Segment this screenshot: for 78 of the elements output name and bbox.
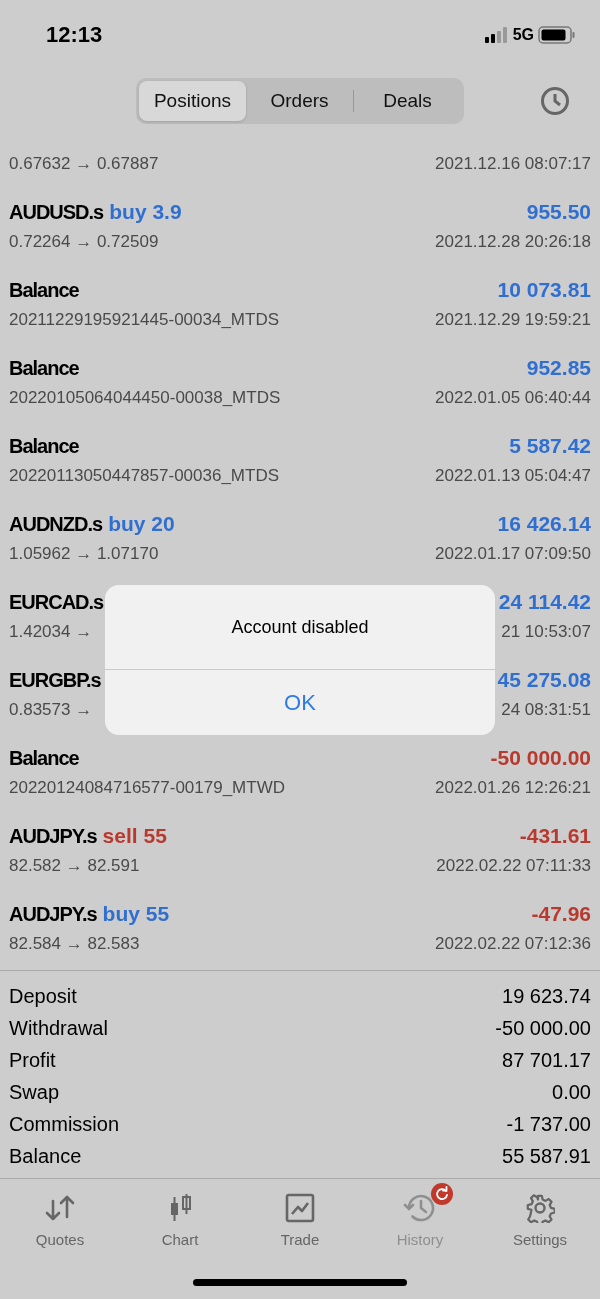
- battery-icon: [538, 26, 576, 44]
- tab-bar-item[interactable]: History: [360, 1181, 480, 1252]
- symbol-name: AUDJPY.s: [9, 902, 97, 926]
- profit-amount: 16 426.14: [497, 512, 591, 536]
- deal-time: 2022.01.26 12:26:21: [435, 778, 591, 798]
- deal-time: 2022.01.13 05:04:47: [435, 466, 591, 486]
- summary-value: -50 000.00: [495, 1016, 591, 1040]
- symbol-name: AUDJPY.s: [9, 824, 97, 848]
- price-range: 20211229195921445-00034_MTDS: [9, 310, 280, 330]
- symbol-name: Balance: [9, 278, 79, 302]
- profit-amount: 5 587.42: [509, 434, 591, 458]
- price-range: 82.584 → 82.583: [9, 934, 140, 954]
- tab-bar-item[interactable]: Trade: [240, 1181, 360, 1252]
- symbol-name: AUDNZD.s: [9, 512, 103, 536]
- summary-value: 55 587.91: [502, 1144, 591, 1168]
- profit-amount: 45 275.08: [497, 668, 591, 692]
- trade-volume: buy 3.9: [109, 200, 182, 224]
- deal-time: 2022.02.22 07:12:36: [435, 934, 591, 954]
- candlestick-icon: [168, 1193, 192, 1223]
- segment-tab[interactable]: Deals: [354, 81, 461, 121]
- profit-amount: -50 000.00: [490, 746, 591, 770]
- signal-icon: [484, 27, 509, 43]
- profit-amount: 955.50: [526, 200, 591, 224]
- deal-time: 2021.12.16 08:07:17: [435, 154, 591, 174]
- summary-label: Profit: [9, 1048, 56, 1072]
- symbol-name: EURGBP.s: [9, 668, 101, 692]
- summary-value: -1 737.00: [506, 1112, 591, 1136]
- price-range: 0.67632 → 0.67887: [9, 154, 159, 174]
- trade-volume: sell 55: [102, 824, 167, 848]
- segment-tab[interactable]: Orders: [246, 81, 353, 121]
- price-range: 20220113050447857-00036_MTDS: [9, 466, 280, 486]
- deal-time: 24 08:31:51: [501, 700, 591, 720]
- trade-volume: buy 20: [108, 512, 175, 536]
- deal-time: 2021.12.29 19:59:21: [435, 310, 591, 330]
- price-range: 20220105064044450-00038_MTDS: [9, 388, 281, 408]
- price-range: 1.42034 →: [9, 622, 93, 642]
- price-range: 0.83573 →: [9, 700, 93, 720]
- deal-time: 2022.02.22 07:11:33: [436, 856, 591, 876]
- summary-label: Swap: [9, 1080, 60, 1104]
- up-down-arrows-icon: [44, 1193, 76, 1223]
- tab-bar-item[interactable]: Quotes: [0, 1181, 120, 1252]
- price-range: 1.05962 → 1.07170: [9, 544, 159, 564]
- clock-icon[interactable]: [540, 86, 570, 116]
- profit-amount: -47.96: [531, 902, 591, 926]
- summary-value: 19 623.74: [502, 984, 591, 1008]
- deal-time: 2022.01.17 07:09:50: [435, 544, 591, 564]
- price-range: 82.582 → 82.591: [9, 856, 140, 876]
- symbol-name: AUDUSD.s: [9, 200, 104, 224]
- profit-amount: 24 114.42: [498, 590, 591, 614]
- summary-label: Commission: [9, 1112, 120, 1136]
- ok-button[interactable]: OK: [105, 670, 495, 735]
- trade-volume: buy 55: [102, 902, 170, 926]
- price-range: 0.72264 → 0.72509: [9, 232, 159, 252]
- summary-label: Deposit: [9, 984, 77, 1008]
- summary-value: 87 701.17: [502, 1048, 591, 1072]
- tab-bar-item[interactable]: Settings: [480, 1181, 600, 1252]
- symbol-name: EURCAD.s: [9, 590, 104, 614]
- symbol-name: Balance: [9, 356, 79, 380]
- symbol-name: Balance: [9, 746, 79, 770]
- status-time: 12:13: [46, 22, 103, 48]
- summary-label: Balance: [9, 1144, 82, 1168]
- line-chart-icon: [285, 1193, 315, 1223]
- deal-time: 2021.12.28 20:26:18: [435, 232, 591, 252]
- history-icon: [403, 1192, 437, 1224]
- tab-bar-item[interactable]: Chart: [120, 1181, 240, 1252]
- profit-amount: -431.61: [519, 824, 591, 848]
- profit-amount: 952.85: [526, 356, 591, 380]
- profit-amount: 10 073.81: [497, 278, 591, 302]
- deal-time: 21 10:53:07: [501, 622, 591, 642]
- summary-label: Withdrawal: [9, 1016, 108, 1040]
- deal-time: 2022.01.05 06:40:44: [435, 388, 591, 408]
- price-range: 20220124084716577-00179_MTWD: [9, 778, 285, 798]
- segment-tab[interactable]: Positions: [139, 81, 246, 121]
- symbol-name: Balance: [9, 434, 79, 458]
- summary-value: 0.00: [552, 1080, 591, 1104]
- settings-icon: [525, 1193, 555, 1223]
- alert-message: Account disabled: [105, 585, 495, 670]
- network-label: 5G: [512, 26, 534, 44]
